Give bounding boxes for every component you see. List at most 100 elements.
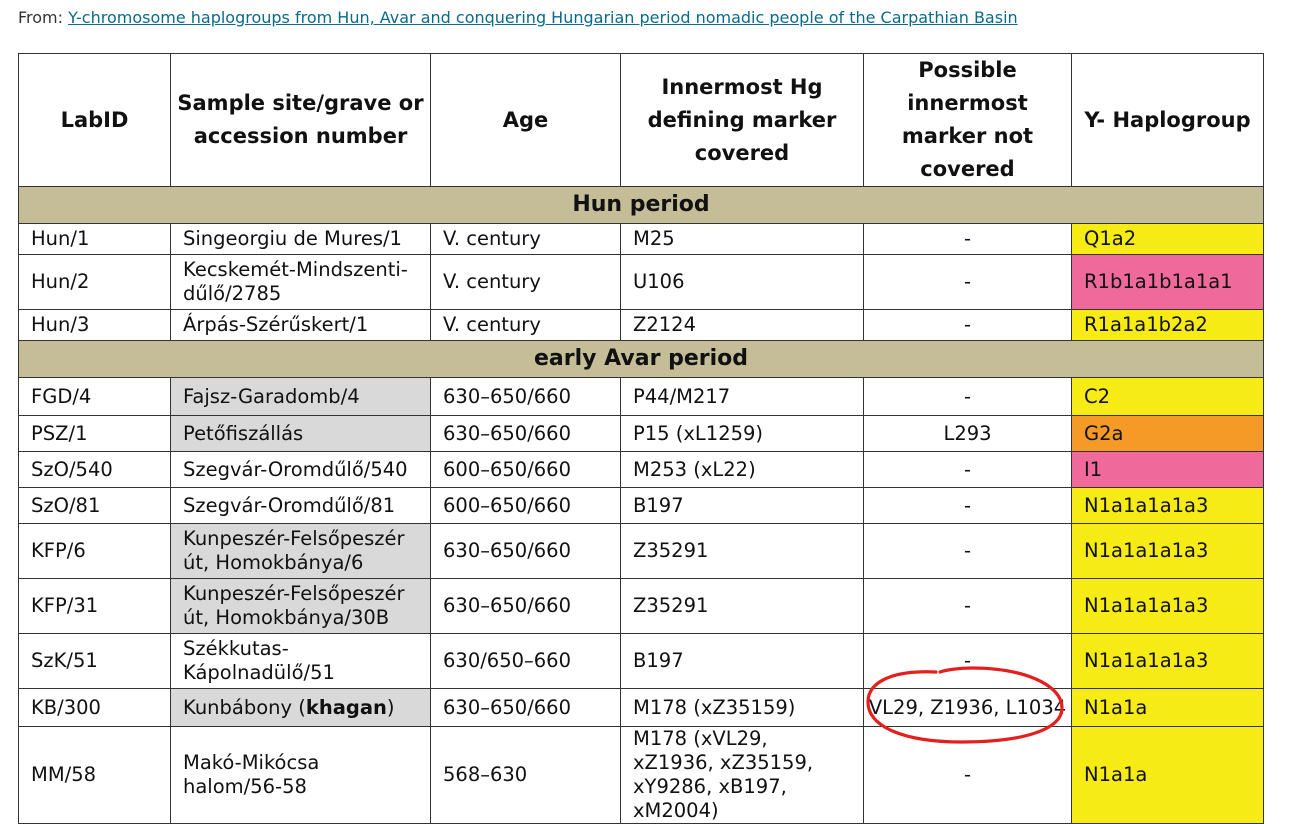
cell-labid: KFP/31 [18,578,171,634]
cell-labid: Hun/3 [18,309,171,341]
cell-labid: FGD/4 [18,377,171,416]
table-row: Hun/2 Kecskemét-Mindszenti-dűlő/2785 V. … [18,254,1264,310]
cell-haplogroup: N1a1a1a1a3 [1071,523,1264,579]
cell-haplogroup: G2a [1071,415,1264,452]
cell-not-covered: - [863,523,1072,579]
cell-haplogroup: R1b1a1b1a1a1 [1071,254,1264,310]
table-row: Hun/3 Árpás-Szérűskert/1 V. century Z212… [18,309,1264,341]
cell-site: Makó-Mikócsa halom/56-58 [170,726,431,824]
site-suffix: ) [386,695,395,719]
cell-site: Kunbábony (khagan) [170,688,431,727]
haplogroup-table: LabID Sample site/grave or accession num… [18,53,1264,824]
cell-labid: MM/58 [18,726,171,824]
cell-site: Petőfiszállás [170,415,431,452]
table-row: SzO/81 Szegvár-Oromdűlő/81 600–650/660 B… [18,487,1264,524]
cell-age: 630–650/660 [430,578,621,634]
cell-not-covered: - [863,578,1072,634]
site-prefix: Kunbábony ( [183,695,306,719]
cell-age: 630–650/660 [430,523,621,579]
cell-not-covered: - [863,254,1072,310]
cell-labid: SzO/81 [18,487,171,524]
cell-age: 630–650/660 [430,377,621,416]
cell-not-covered: - [863,487,1072,524]
section-row-hun: Hun period [18,186,1264,224]
section-title: Hun period [18,186,1264,224]
cell-age: 630/650–660 [430,633,621,689]
cell-haplogroup: I1 [1071,451,1264,488]
cell-not-covered: - [863,309,1072,341]
site-bold: khagan [305,695,387,719]
cell-marker: P44/M217 [620,377,864,416]
cell-marker: Z35291 [620,578,864,634]
cell-site: Singeorgiu de Mures/1 [170,223,431,255]
section-title: early Avar period [18,340,1264,378]
cell-marker: Z35291 [620,523,864,579]
cell-marker: B197 [620,633,864,689]
cell-haplogroup: R1a1a1b2a2 [1071,309,1264,341]
table-row: FGD/4 Fajsz-Garadomb/4 630–650/660 P44/M… [18,377,1264,416]
cell-not-covered: - [863,726,1072,824]
cell-marker: M178 (xZ35159) [620,688,864,727]
cell-age: 630–650/660 [430,688,621,727]
col-header-site: Sample site/grave or accession number [170,53,431,187]
cell-haplogroup: N1a1a [1071,688,1264,727]
cell-haplogroup: Q1a2 [1071,223,1264,255]
cell-labid: Hun/1 [18,223,171,255]
cell-labid: SzO/540 [18,451,171,488]
col-header-age: Age [430,53,621,187]
article-link[interactable]: Y-chromosome haplogroups from Hun, Avar … [68,8,1018,27]
cell-not-covered: - [863,377,1072,416]
cell-age: V. century [430,223,621,255]
cell-labid: KFP/6 [18,523,171,579]
cell-labid: PSZ/1 [18,415,171,452]
cell-haplogroup: N1a1a [1071,726,1264,824]
col-header-labid: LabID [18,53,171,187]
cell-site: Szegvár-Oromdűlő/540 [170,451,431,488]
cell-site: Fajsz-Garadomb/4 [170,377,431,416]
col-header-not-covered: Possible innermost marker not covered [863,53,1072,187]
table-row: SzO/540 Szegvár-Oromdűlő/540 600–650/660… [18,451,1264,488]
table-row: KFP/6 Kunpeszér-Felsőpeszér út, Homokbán… [18,523,1264,579]
table-row: PSZ/1 Petőfiszállás 630–650/660 P15 (xL1… [18,415,1264,452]
cell-age: 568–630 [430,726,621,824]
cell-not-covered: - [863,223,1072,255]
cell-labid: Hun/2 [18,254,171,310]
source-line: From: Y-chromosome haplogroups from Hun,… [18,8,1018,27]
cell-marker: B197 [620,487,864,524]
cell-haplogroup: N1a1a1a1a3 [1071,633,1264,689]
table-row: Hun/1 Singeorgiu de Mures/1 V. century M… [18,223,1264,255]
cell-not-covered: - [863,451,1072,488]
table-row: SzK/51 Székkutas-Kápolnadülő/51 630/650–… [18,633,1264,689]
from-label: From: [18,8,69,27]
section-row-early-avar: early Avar period [18,340,1264,378]
col-header-marker: Innermost Hg defining marker covered [620,53,864,187]
cell-labid: KB/300 [18,688,171,727]
cell-haplogroup: N1a1a1a1a3 [1071,578,1264,634]
cell-marker: M25 [620,223,864,255]
cell-marker: M178 (xVL29, xZ1936, xZ35159, xY9286, xB… [620,726,864,824]
cell-site: Kunpeszér-Felsőpeszér út, Homokbánya/30B [170,578,431,634]
cell-site: Székkutas-Kápolnadülő/51 [170,633,431,689]
cell-site: Kunpeszér-Felsőpeszér út, Homokbánya/6 [170,523,431,579]
cell-not-covered: VL29, Z1936, L1034 [863,688,1072,727]
cell-site: Szegvár-Oromdűlő/81 [170,487,431,524]
col-header-haplogroup: Y- Haplogroup [1071,53,1264,187]
cell-age: V. century [430,309,621,341]
table-row: MM/58 Makó-Mikócsa halom/56-58 568–630 M… [18,726,1264,824]
cell-not-covered: L293 [863,415,1072,452]
cell-marker: P15 (xL1259) [620,415,864,452]
cell-marker: M253 (xL22) [620,451,864,488]
table-row: KB/300 Kunbábony (khagan) 630–650/660 M1… [18,688,1264,727]
haplogroup-table-wrapper: LabID Sample site/grave or accession num… [18,53,1264,824]
cell-age: 600–650/660 [430,451,621,488]
cell-haplogroup: N1a1a1a1a3 [1071,487,1264,524]
cell-marker: Z2124 [620,309,864,341]
header-row: LabID Sample site/grave or accession num… [18,53,1264,187]
table-row: KFP/31 Kunpeszér-Felsőpeszér út, Homokbá… [18,578,1264,634]
cell-haplogroup: C2 [1071,377,1264,416]
cell-marker: U106 [620,254,864,310]
cell-age: 630–650/660 [430,415,621,452]
cell-site: Árpás-Szérűskert/1 [170,309,431,341]
cell-not-covered: - [863,633,1072,689]
cell-site: Kecskemét-Mindszenti-dűlő/2785 [170,254,431,310]
